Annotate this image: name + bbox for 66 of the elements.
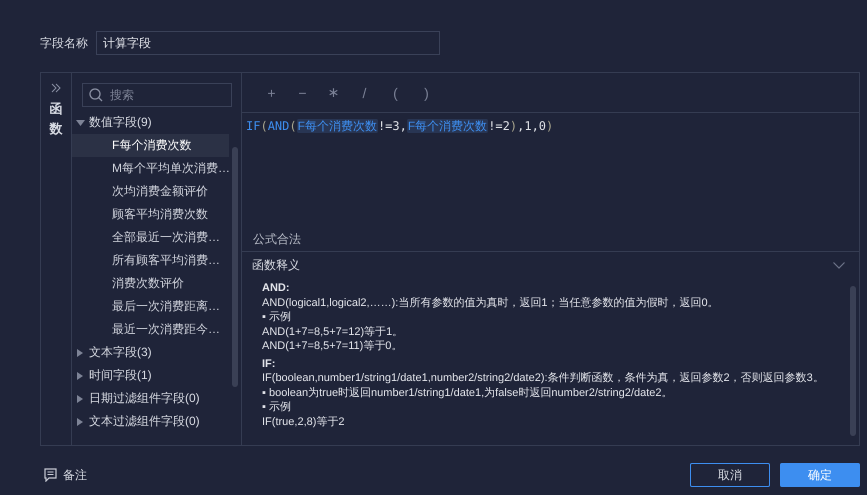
tree-category[interactable]: 数值字段(9) <box>72 111 229 134</box>
help-text: ▪ boolean为true时返回number1/string1/date1,为false时返回number2/string2/date2。 <box>262 386 674 400</box>
field-label: 字段名称 <box>40 34 88 52</box>
formula-text: !=2 <box>488 119 510 133</box>
field-item[interactable]: 次均消费金额评价 <box>72 180 229 203</box>
category-label: 数值字段(9) <box>89 114 152 131</box>
chevron-icon[interactable] <box>833 262 845 268</box>
formula-text: ,1,0 <box>517 119 546 133</box>
search-field[interactable]: 搜索 <box>82 83 232 107</box>
tree-category[interactable]: 时间字段(1) <box>72 364 229 387</box>
help-text: IF(boolean,number1/string1/date1,number2/string2/date2):条件判断函数，条件为真，返回参数2，否则返回参数3。 <box>262 371 825 386</box>
category-label: 日期过滤组件字段(0) <box>89 390 200 407</box>
formula-text: IF <box>246 119 260 133</box>
field-token: F每个消费次数 <box>296 119 378 133</box>
category-label: 文本过滤组件字段(0) <box>89 413 200 430</box>
scrollbar[interactable] <box>232 147 238 387</box>
formula-text: ( <box>289 119 297 133</box>
field-item[interactable]: 最后一次消费距离… <box>72 295 229 318</box>
operator-button[interactable]: + <box>260 84 283 100</box>
tree-category[interactable]: 文本过滤组件字段(0) <box>72 410 229 433</box>
formula-text: ) <box>546 119 554 133</box>
search-icon <box>89 88 103 102</box>
cancel-button[interactable]: 取消 <box>690 463 770 487</box>
help-text: AND(1+7=8,5+7=12)等于1。 <box>262 324 404 339</box>
field-item[interactable]: F每个消费次数 <box>72 134 229 157</box>
field-item[interactable]: 所有顾客平均消费… <box>72 249 229 272</box>
tree-category[interactable]: 日期过滤组件字段(0) <box>72 387 229 410</box>
operator-button[interactable]: ∗ <box>322 84 345 101</box>
field-item[interactable]: 顾客平均消费次数 <box>72 203 229 226</box>
expand-triangle-icon[interactable] <box>76 372 85 380</box>
field-item[interactable]: 最近一次消费距今… <box>72 318 229 341</box>
operator-button[interactable]: ) <box>415 84 438 100</box>
help-text: AND(logical1,logical2,……):当所有参数的值为真时，返回1；当任意参数的值为假时，返回0。 <box>262 296 720 310</box>
expand-triangle-icon[interactable] <box>76 394 85 402</box>
help-text: IF(true,2,8)等于2 <box>262 414 346 429</box>
tree-category[interactable]: 文本字段(3) <box>72 341 229 364</box>
comment-icon <box>44 468 57 482</box>
operator-button[interactable]: − <box>291 84 314 100</box>
field-item[interactable]: M每个平均单次消费… <box>72 157 229 180</box>
formula-status: 公式合法 <box>242 231 859 252</box>
help-text: ▪ 示例 <box>262 310 292 324</box>
section-title: 函数释义 <box>252 256 300 274</box>
formula-text: !=3, <box>378 119 407 133</box>
expand-triangle-icon[interactable] <box>76 418 85 426</box>
scrollbar[interactable] <box>850 286 856 436</box>
function-name: AND: <box>262 281 290 296</box>
collapse-triangle-icon[interactable] <box>76 118 85 126</box>
field-token: F每个消费次数 <box>406 119 488 133</box>
expand-double-chevron-icon[interactable] <box>51 83 61 93</box>
formula-editor[interactable]: IF(AND(F每个消费次数!=3,F每个消费次数!=2),1,0) <box>242 113 859 231</box>
operator-button[interactable]: / <box>353 84 376 100</box>
name-input[interactable]: 计算字段 <box>96 31 440 55</box>
field-item[interactable]: 消费次数评价 <box>72 272 229 295</box>
help-text: AND(1+7=8,5+7=11)等于0。 <box>262 339 404 354</box>
category-label: 时间字段(1) <box>89 367 152 384</box>
formula-text: ) <box>510 119 518 133</box>
field-item[interactable]: 全部最近一次消费… <box>72 226 229 249</box>
function-name: IF: <box>262 356 276 371</box>
formula-text: AND <box>268 119 290 133</box>
help-text: ▪ 示例 <box>262 400 292 414</box>
operator-button[interactable]: ( <box>384 84 407 100</box>
category-label: 文本字段(3) <box>89 344 152 361</box>
side-tab[interactable]: 函数 <box>50 99 62 138</box>
expand-triangle-icon[interactable] <box>76 348 85 356</box>
note-button[interactable]: 备注 <box>44 466 87 484</box>
formula-text: ( <box>260 119 268 133</box>
